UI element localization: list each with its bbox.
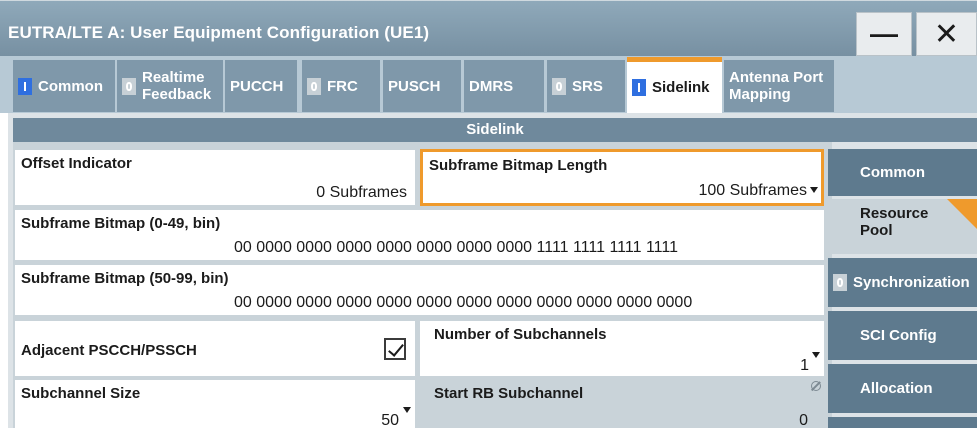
dropdown-arrow-icon[interactable]: [403, 407, 411, 413]
tab-pusch[interactable]: PUSCH: [383, 60, 461, 112]
tab-dmrs[interactable]: DMRS: [464, 60, 544, 112]
tab-antenna-port-mapping[interactable]: Antenna Port Mapping: [724, 60, 834, 112]
field-label: Subchannel Size: [21, 385, 141, 402]
side-menu-label-line2: Pool: [860, 222, 893, 239]
side-menu-label: SCI Config: [860, 327, 937, 344]
tab-sidelink[interactable]: Sidelink: [627, 57, 722, 113]
field-label: Subframe Bitmap (50-99, bin): [21, 270, 229, 287]
dropdown-arrow-icon[interactable]: [812, 352, 820, 358]
field-value: 00 0000 0000 0000 0000 0000 0000 0000 00…: [234, 294, 693, 311]
dropdown-arrow-icon[interactable]: [810, 187, 818, 193]
tab-srs[interactable]: SRS: [547, 60, 625, 112]
tab-frc[interactable]: FRC: [302, 60, 380, 112]
window-title: EUTRA/LTE A: User Equipment Configuratio…: [8, 23, 430, 42]
tab-label: PUSCH: [388, 77, 441, 95]
tab-label: Sidelink: [652, 79, 710, 96]
close-button[interactable]: ✕: [916, 12, 977, 56]
field-label: Offset Indicator: [21, 155, 132, 172]
side-menu-label: Allocation: [860, 380, 933, 397]
indicator-on-icon: [18, 77, 32, 95]
subchannel-size-field[interactable]: Subchannel Size 50: [15, 380, 415, 428]
tab-label-two-line: Realtime Feedback: [142, 69, 211, 103]
side-menu-sci-config[interactable]: SCI Config: [828, 311, 977, 360]
subframe-bitmap-length-field[interactable]: Subframe Bitmap Length 100 Subframes: [420, 149, 824, 206]
tab-label-line2: Mapping: [729, 86, 791, 103]
field-value: 0: [799, 412, 808, 428]
tab-label: PUCCH: [230, 77, 284, 95]
indicator-off-icon: [307, 77, 321, 95]
side-menu-resource-pool[interactable]: Resource Pool: [828, 199, 977, 254]
side-menu-label: Synchronization: [853, 274, 970, 291]
tab-label-two-line: Antenna Port Mapping: [729, 69, 823, 103]
tab-label-line2: Feedback: [142, 86, 212, 103]
indicator-off-icon: [833, 274, 847, 291]
number-of-subchannels-field[interactable]: Number of Subchannels 1: [420, 321, 824, 376]
tab-realtime-feedback[interactable]: Realtime Feedback: [117, 60, 223, 112]
tab-label: FRC: [327, 77, 358, 95]
tab-label: DMRS: [469, 77, 514, 95]
side-menu-label-line1: Resource: [860, 205, 929, 222]
subframe-bitmap-0-49-field[interactable]: Subframe Bitmap (0-49, bin) 00 0000 0000…: [15, 210, 824, 260]
field-value: 50: [381, 412, 399, 428]
field-value: 00 0000 0000 0000 0000 0000 0000 0000 11…: [234, 239, 678, 256]
tab-label-line1: Antenna Port: [729, 69, 824, 86]
indicator-on-icon: [632, 79, 646, 96]
side-menu-label: Common: [860, 164, 925, 181]
field-label: Number of Subchannels: [434, 326, 607, 343]
tab-label: SRS: [572, 77, 603, 95]
field-label: Subframe Bitmap (0-49, bin): [21, 215, 221, 232]
side-menu-common[interactable]: Common: [828, 149, 977, 196]
side-menu-synchronization[interactable]: Synchronization: [828, 258, 977, 307]
field-value: 0 Subframes: [316, 184, 407, 201]
tab-label-line1: Realtime: [142, 69, 205, 86]
field-label: Adjacent PSCCH/PSSCH: [21, 342, 197, 359]
indicator-off-icon: [122, 77, 136, 95]
section-title: Sidelink: [13, 118, 977, 142]
tab-pucch[interactable]: PUCCH: [225, 60, 297, 112]
tab-label: Common: [38, 77, 103, 95]
minimize-button[interactable]: —: [856, 12, 912, 56]
side-menu-more[interactable]: [828, 417, 977, 428]
adjacent-pscch-pssch-field: Adjacent PSCCH/PSSCH: [15, 321, 415, 376]
indicator-off-icon: [552, 77, 566, 95]
side-menu-label-two-line: Resource Pool: [860, 205, 928, 239]
field-value: 1: [800, 357, 809, 374]
field-label: Subframe Bitmap Length: [429, 157, 608, 174]
field-label: Start RB Subchannel: [434, 385, 584, 402]
field-value: 100 Subframes: [698, 182, 807, 199]
side-menu-allocation[interactable]: Allocation: [828, 364, 977, 413]
adjacent-pscch-pssch-checkbox[interactable]: [384, 338, 406, 360]
title-bar: EUTRA/LTE A: User Equipment Configuratio…: [0, 0, 977, 56]
read-only-icon: [811, 381, 821, 391]
offset-indicator-field[interactable]: Offset Indicator 0 Subframes: [15, 150, 415, 205]
tab-common[interactable]: Common: [13, 60, 115, 112]
subframe-bitmap-50-99-field[interactable]: Subframe Bitmap (50-99, bin) 00 0000 000…: [15, 265, 824, 315]
start-rb-subchannel-field: Start RB Subchannel 0: [420, 380, 824, 428]
